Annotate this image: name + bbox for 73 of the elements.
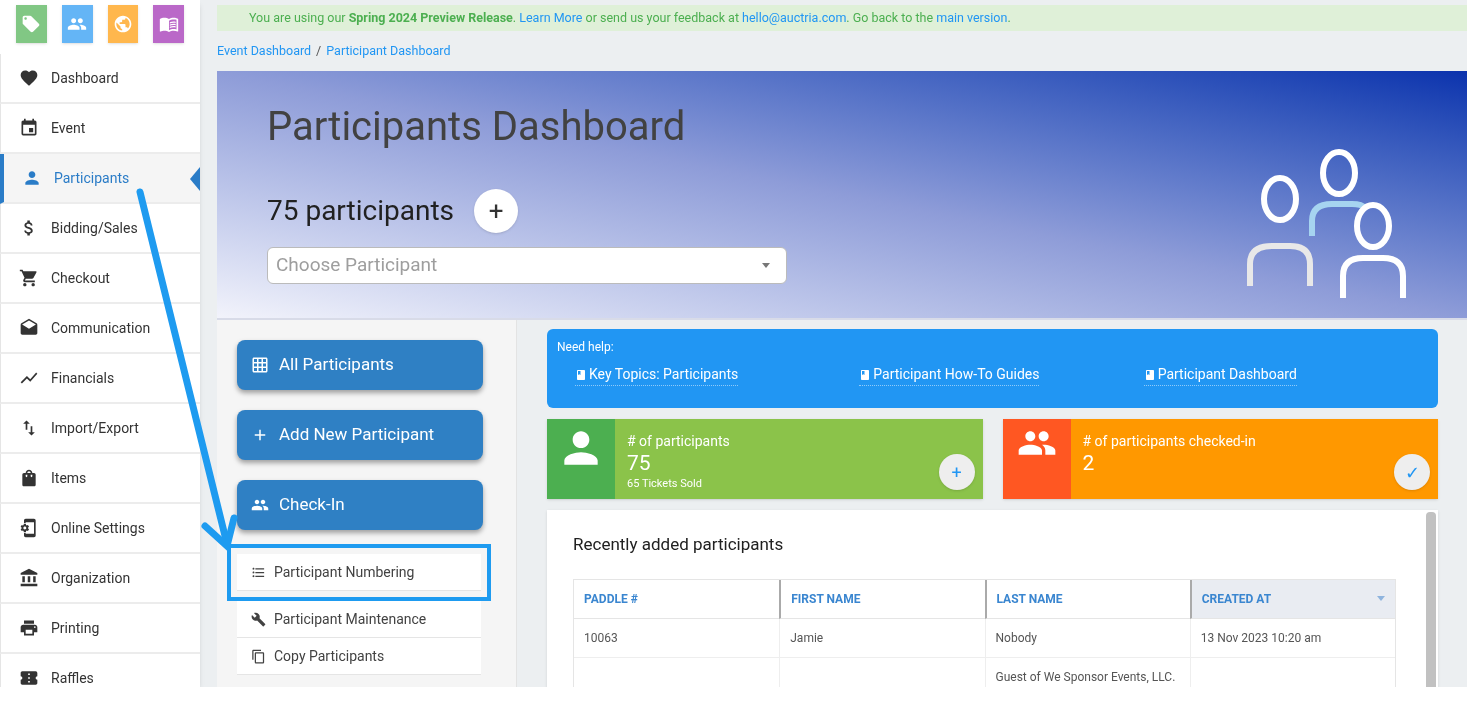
action-button[interactable]: All Participants	[237, 340, 483, 390]
app-button[interactable]	[107, 5, 139, 43]
card-label: # of participants	[627, 432, 730, 450]
app-button[interactable]	[153, 5, 184, 43]
sidebar-item[interactable]: Communication	[0, 304, 200, 354]
banner-message: You are using our Spring 2024 Preview Release. Learn More or send us your feedback at hello@auctria.com. Go back to the main version.	[249, 8, 1011, 27]
sidebar-item[interactable]: Participants	[0, 154, 200, 204]
column-header[interactable]: PADDLE #	[574, 579, 780, 619]
ticket-icon	[19, 668, 39, 687]
table-cell-text: Nobody	[995, 629, 1037, 647]
card-value: 2	[1082, 450, 1096, 476]
submenu-item[interactable]: Participant Numbering	[237, 554, 481, 591]
pointer-icon	[190, 167, 200, 191]
breadcrumb-link[interactable]: Event Dashboard	[217, 41, 312, 61]
submenu-item[interactable]: Participant Maintenance	[237, 601, 481, 638]
card-value: 75	[627, 450, 652, 476]
building-icon	[19, 568, 39, 588]
phone-icon	[19, 518, 39, 538]
book-icon	[859, 368, 872, 381]
sidebar-item[interactable]: Dashboard	[0, 54, 200, 104]
participant-count: 75 participants	[267, 193, 454, 229]
bag-icon	[19, 468, 39, 488]
sidebar-item[interactable]: Financials	[0, 354, 200, 404]
add-button[interactable]: +	[474, 189, 518, 233]
caret-icon	[762, 263, 770, 268]
sort-icon	[1377, 596, 1385, 601]
wrench-icon	[251, 611, 266, 627]
help-title: Need help:	[557, 339, 615, 356]
envelope-icon	[19, 318, 39, 338]
printer-icon	[19, 618, 39, 638]
globe-icon	[112, 14, 133, 34]
sidebar-item[interactable]: Raffles	[0, 654, 200, 687]
heart-icon	[19, 68, 39, 88]
book-icon	[1143, 368, 1156, 381]
action-button[interactable]: Check-In	[237, 480, 483, 530]
card-label: # of participants checked-in	[1082, 432, 1256, 450]
submenu-item[interactable]: Copy Participants	[237, 638, 481, 675]
column-header[interactable]: CREATED AT	[1189, 579, 1395, 619]
table-cell-text: 10063	[584, 629, 618, 647]
sidebar-item[interactable]: Import/Export	[0, 404, 200, 454]
select-input[interactable]: Choose Participant	[276, 251, 762, 280]
cart-icon	[19, 268, 39, 288]
help-link[interactable]: Key Topics: Participants	[575, 364, 739, 386]
banner-link[interactable]: Learn More	[519, 9, 583, 25]
book-icon	[575, 368, 587, 381]
breadcrumb-separator: /	[316, 41, 322, 60]
sidebar-item[interactable]: Printing	[0, 604, 200, 654]
breadcrumb-link[interactable]: Participant Dashboard	[326, 41, 451, 61]
table-cell-text: Jamie	[790, 629, 824, 647]
people-icon	[1247, 146, 1407, 298]
sidebar-item[interactable]: Online Settings	[0, 504, 200, 554]
column-header[interactable]: FIRST NAME	[779, 579, 985, 619]
action-button[interactable]: Add New Participant	[237, 410, 483, 460]
app-button[interactable]	[16, 5, 47, 43]
table-cell-text: Guest of We Sponsor Events, LLC.	[995, 668, 1176, 686]
calendar-icon	[19, 118, 39, 138]
sidebar-item[interactable]: Organization	[0, 554, 200, 604]
table-cell-text: 13 Nov 2023 10:20 am	[1200, 629, 1322, 647]
help-link[interactable]: Participant How-To Guides	[859, 364, 1040, 386]
card-button[interactable]: ✓	[1394, 454, 1430, 490]
grid-icon	[251, 356, 269, 374]
card-button[interactable]: +	[938, 454, 975, 490]
help-link[interactable]: Participant Dashboard	[1143, 364, 1297, 386]
table-title: Recently added participants	[573, 533, 785, 556]
app-button[interactable]	[61, 5, 93, 43]
copy-icon	[251, 648, 266, 664]
participant-select[interactable]: Choose Participant	[267, 247, 787, 284]
page-title: Participants Dashboard	[267, 102, 687, 152]
card-note: 65 Tickets Sold	[627, 476, 703, 492]
sidebar-item[interactable]: Bidding/Sales	[0, 204, 200, 254]
tag-icon	[21, 14, 42, 34]
sidebar-item[interactable]: Checkout	[0, 254, 200, 304]
sidebar-item[interactable]: Items	[0, 454, 200, 504]
